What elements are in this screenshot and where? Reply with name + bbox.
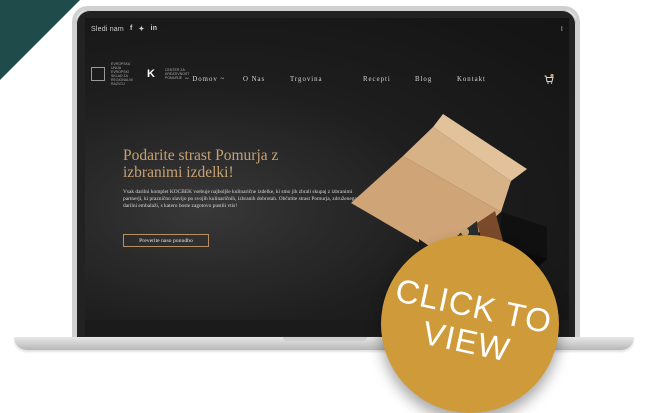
follow-us-label: Sledi nam <box>91 25 124 33</box>
twitter-icon[interactable]: ✦ <box>138 25 144 33</box>
eu-logo-text: EVROPSKA UNIJA EVROPSKI SKLAD ZA REGIONALN… <box>111 62 133 86</box>
click-to-view-text: CLICK TO VIEW <box>392 271 556 369</box>
facebook-icon[interactable]: f <box>130 25 133 33</box>
laptop-hinge-notch <box>283 337 367 341</box>
cart-icon[interactable] <box>543 73 555 85</box>
hero-title: Podarite strast Pomurja z izbranimi izde… <box>123 147 279 181</box>
kocbek-logo[interactable]: K <box>147 68 159 80</box>
corner-decoration <box>0 0 80 80</box>
eu-flag-logo <box>91 67 105 81</box>
topbar: Sledi nam f ✦ in I <box>85 18 569 40</box>
click-to-view-badge[interactable]: CLICK TO VIEW <box>381 235 559 413</box>
nav-item-o-nas[interactable]: O Nas <box>243 76 265 83</box>
nav-item-kontakt[interactable]: Kontakt <box>457 76 486 83</box>
nav-item-blog[interactable]: Blog <box>415 76 432 83</box>
linkedin-icon[interactable]: in <box>151 25 158 33</box>
hero-description: Vsak darilni komplet KOCBEK vsebuje najb… <box>123 189 361 210</box>
nav-item-recepti[interactable]: Recepti <box>363 76 391 83</box>
header-logos: EVROPSKA UNIJA EVROPSKI SKLAD ZA REGIONALN… <box>91 62 189 86</box>
social-icons: f ✦ in <box>130 25 157 33</box>
nav-item-trgovina[interactable]: Trgovina <box>290 76 323 83</box>
offer-button[interactable]: Preverite naso ponudbo <box>123 234 209 247</box>
topbar-right-mark: I <box>560 25 563 33</box>
nav-item-domov[interactable]: ~ Domov ~ <box>185 76 225 83</box>
